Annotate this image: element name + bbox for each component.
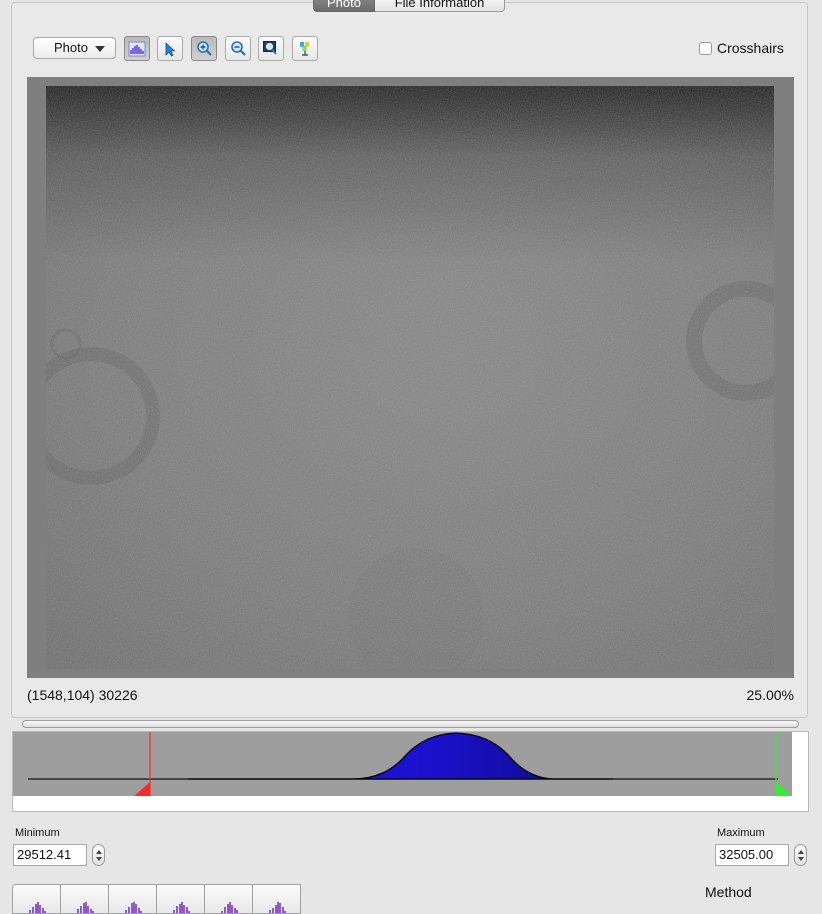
- zoom-in-button[interactable]: [191, 36, 217, 61]
- horizontal-scrollbar[interactable]: [22, 720, 799, 728]
- histogram-icon: [220, 902, 238, 913]
- cursor-coordinates: (1548,104) 30226: [27, 687, 138, 703]
- histogram-icon: [76, 902, 94, 913]
- color-picker-button[interactable]: [292, 36, 318, 61]
- method-button-1[interactable]: [12, 884, 61, 914]
- tab-file-information[interactable]: File Information: [375, 0, 505, 12]
- method-button-5[interactable]: [204, 884, 253, 914]
- minimum-stepper[interactable]: [92, 844, 105, 866]
- zoom-out-button[interactable]: [225, 36, 251, 61]
- histogram-icon: [128, 41, 146, 56]
- zoom-out-icon: [230, 41, 246, 56]
- histogram-graph: [13, 732, 792, 796]
- zoom-to-fit-button[interactable]: [258, 36, 284, 61]
- maximum-label: Maximum: [717, 827, 765, 839]
- crosshairs-label: Crosshairs: [717, 40, 784, 56]
- view-popup-label: Photo: [54, 40, 88, 55]
- crosshairs-control[interactable]: Crosshairs: [699, 40, 784, 56]
- maximum-field[interactable]: 32505.00: [715, 844, 789, 866]
- tab-bar: Photo File Information: [313, 0, 505, 12]
- crosshairs-checkbox[interactable]: [699, 41, 712, 55]
- method-button-6[interactable]: [252, 884, 301, 914]
- maximum-stepper[interactable]: [794, 844, 807, 866]
- zoom-level: 25.00%: [746, 687, 794, 703]
- zoom-to-fit-icon: [263, 41, 277, 55]
- histogram-icon: [172, 902, 190, 913]
- chevron-down-icon: [95, 46, 105, 52]
- minimum-field[interactable]: 29512.41: [13, 844, 87, 866]
- histogram-icon: [28, 902, 46, 913]
- select-tool-button[interactable]: [157, 36, 183, 61]
- method-button-2[interactable]: [60, 884, 109, 914]
- method-label: Method: [705, 884, 752, 900]
- view-popup-button[interactable]: Photo: [33, 37, 116, 59]
- color-picker-icon: [300, 42, 309, 56]
- arrow-pointer-icon: [165, 41, 176, 57]
- histogram-panel[interactable]: [12, 731, 809, 812]
- method-button-4[interactable]: [156, 884, 205, 914]
- method-button-group: [12, 884, 301, 914]
- photo-image[interactable]: [46, 86, 774, 669]
- tab-photo[interactable]: Photo: [313, 0, 375, 12]
- histogram-icon: [268, 902, 286, 913]
- minimum-label: Minimum: [15, 827, 60, 839]
- histogram-icon: [124, 902, 142, 913]
- method-button-3[interactable]: [108, 884, 157, 914]
- photo-texture: [46, 86, 774, 669]
- zoom-in-icon: [196, 41, 212, 56]
- histogram-tool-button[interactable]: [124, 36, 150, 61]
